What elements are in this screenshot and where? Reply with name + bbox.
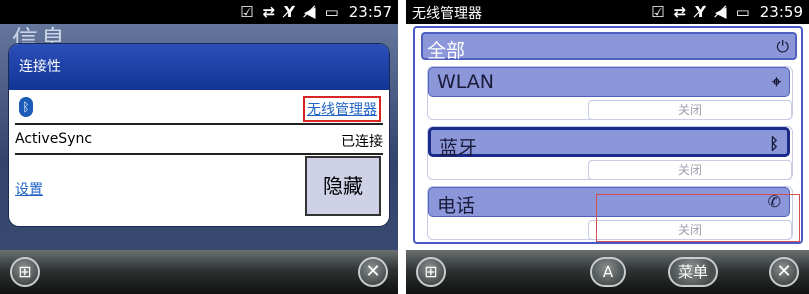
volume-mute-icon: ◀̸ xyxy=(304,3,316,21)
start-button[interactable]: ⊞ xyxy=(10,257,40,287)
close-button[interactable]: ✕ xyxy=(358,257,388,287)
no-signal-icon: Y̸ xyxy=(284,3,296,21)
wifi-off-icon: ⌖ xyxy=(771,72,781,91)
bluetooth-label: 蓝牙 xyxy=(439,137,478,159)
battery-icon: ▭ xyxy=(735,3,750,21)
power-icon: ⏻ xyxy=(776,37,789,56)
status-time: 23:59 xyxy=(759,3,803,21)
input-method-button[interactable]: A xyxy=(590,257,626,287)
bluetooth-icon: ᛒ xyxy=(19,97,33,117)
windows-logo-icon: ⊞ xyxy=(424,262,438,281)
status-time: 23:57 xyxy=(348,3,392,21)
softkey-bar: ⊞ ✕ xyxy=(0,250,398,294)
close-button[interactable]: ✕ xyxy=(769,257,799,287)
wireless-manager-link[interactable]: 无线管理器 xyxy=(303,96,381,122)
wlan-label: WLAN xyxy=(437,71,495,93)
windows-logo-icon: ⊞ xyxy=(18,262,32,281)
softkey-bar: ⊞ A 菜单 ✕ xyxy=(406,250,809,294)
volume-mute-icon: ◀̸ xyxy=(715,3,727,21)
sync-arrows-icon: ⇄ xyxy=(262,3,276,21)
bluetooth-status: 关闭 xyxy=(588,160,792,180)
bluetooth-item[interactable]: 蓝牙 ᛒ 关闭 xyxy=(427,126,793,180)
all-toggle[interactable]: 全部 ⏻ xyxy=(421,32,797,62)
connectivity-dialog: 连接性 ᛒ 无线管理器 ActiveSync 已连接 设置 隐藏 xyxy=(9,44,389,226)
app-title: 无线管理器 xyxy=(412,6,482,22)
wlan-toggle[interactable]: WLAN ⌖ xyxy=(428,67,790,97)
status-bar: 无线管理器 ☑ ⇄ Y̸ ◀̸ ▭ 23:59 xyxy=(406,0,809,24)
hide-button[interactable]: 隐藏 xyxy=(305,156,381,216)
menu-button[interactable]: 菜单 xyxy=(668,257,718,287)
battery-icon: ▭ xyxy=(324,3,339,21)
sync-arrows-icon: ⇄ xyxy=(673,3,687,21)
bluetooth-toggle[interactable]: 蓝牙 ᛒ xyxy=(428,127,790,159)
all-label: 全部 xyxy=(427,40,466,62)
wlan-item[interactable]: WLAN ⌖ 关闭 xyxy=(427,66,793,120)
activesync-status: 已连接 xyxy=(341,134,383,150)
activesync-label: ActiveSync xyxy=(15,131,93,147)
no-signal-icon: Y̸ xyxy=(695,3,707,21)
checkbox-icon: ☑ xyxy=(240,3,254,21)
activesync-row: ActiveSync 已连接 xyxy=(15,125,383,155)
wireless-manager-screen: 无线管理器 ☑ ⇄ Y̸ ◀̸ ▭ 23:59 全部 ⏻ WLAN ⌖ 关闭 蓝… xyxy=(406,0,809,294)
dialog-header: 连接性 xyxy=(9,44,389,90)
highlight-box xyxy=(596,194,800,242)
bluetooth-row: ᛒ 无线管理器 xyxy=(15,90,383,125)
wlan-status: 关闭 xyxy=(588,100,792,120)
connectivity-screen: ☑ ⇄ Y̸ ◀̸ ▭ 23:57 信息 连接性 ᛒ 无线管理器 ActiveS… xyxy=(0,0,398,294)
settings-link[interactable]: 设置 xyxy=(15,179,43,199)
checkbox-icon: ☑ xyxy=(651,3,665,21)
phone-label: 电话 xyxy=(437,195,476,217)
start-button[interactable]: ⊞ xyxy=(416,257,446,287)
bluetooth-off-icon: ᛒ xyxy=(769,134,779,153)
